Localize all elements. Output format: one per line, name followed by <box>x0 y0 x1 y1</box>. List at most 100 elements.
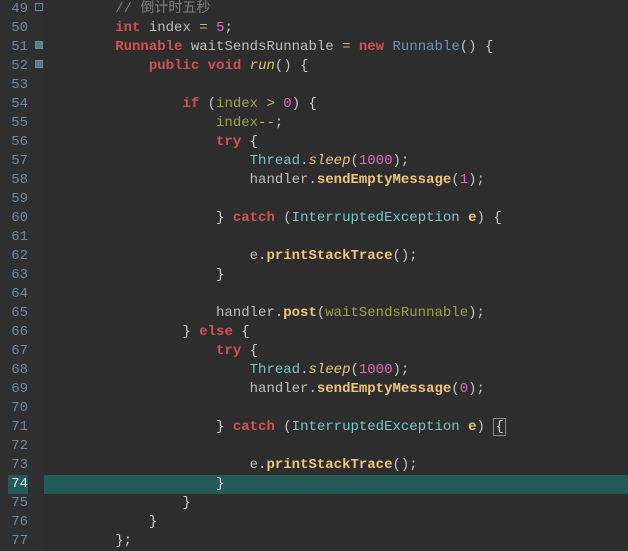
code-line[interactable] <box>44 190 628 209</box>
code-line[interactable]: handler.sendEmptyMessage(1); <box>44 171 628 190</box>
code-line[interactable] <box>44 285 628 304</box>
code-line[interactable]: } <box>44 475 628 494</box>
code-line[interactable]: }; <box>44 532 628 551</box>
code-token: index <box>216 96 258 112</box>
line-number: 66 <box>8 323 28 342</box>
code-token: ( <box>275 419 292 435</box>
code-token: { <box>250 134 258 150</box>
code-token: 0 <box>283 96 291 112</box>
code-line[interactable]: } catch (InterruptedException e) { <box>44 209 628 228</box>
code-token: public <box>149 58 199 74</box>
line-number: 62 <box>8 247 28 266</box>
fold-marker-icon[interactable]: - <box>35 41 43 49</box>
code-token: ( <box>350 362 358 378</box>
code-token <box>48 1 115 17</box>
code-token <box>48 248 250 264</box>
code-token: index <box>216 115 258 131</box>
line-number: 70 <box>8 399 28 418</box>
code-token: handler <box>250 381 309 397</box>
line-number: 72 <box>8 437 28 456</box>
code-token: }; <box>115 533 132 549</box>
code-line[interactable]: public void run() { <box>44 57 628 76</box>
code-line[interactable]: } catch (InterruptedException e) { <box>44 418 628 437</box>
code-token <box>48 476 216 492</box>
code-token <box>233 324 241 340</box>
code-line[interactable]: try { <box>44 342 628 361</box>
code-token: ; <box>275 115 283 131</box>
code-token: ( <box>350 153 358 169</box>
code-token: e <box>468 210 476 226</box>
code-line[interactable]: } <box>44 494 628 513</box>
code-line[interactable]: // 倒计时五秒 <box>44 0 628 19</box>
code-editor[interactable]: 4950515253545556575859606162636465666768… <box>0 0 628 551</box>
code-token: InterruptedException <box>292 419 460 435</box>
code-line[interactable]: handler.sendEmptyMessage(0); <box>44 380 628 399</box>
code-line[interactable] <box>44 228 628 247</box>
code-token: waitSendsRunnable <box>325 305 468 321</box>
code-token: e <box>250 248 258 264</box>
code-token: (); <box>392 457 417 473</box>
code-line[interactable]: Thread.sleep(1000); <box>44 152 628 171</box>
code-line[interactable] <box>44 76 628 95</box>
code-line[interactable]: } <box>44 513 628 532</box>
code-token: InterruptedException <box>292 210 460 226</box>
line-number: 75 <box>8 494 28 513</box>
code-token: { <box>493 418 505 436</box>
code-token: run <box>250 58 275 74</box>
code-line[interactable] <box>44 437 628 456</box>
code-token <box>48 457 250 473</box>
code-token <box>48 514 149 530</box>
code-token <box>48 77 56 93</box>
code-line[interactable]: if (index > 0) { <box>44 95 628 114</box>
code-token <box>48 267 216 283</box>
code-token <box>224 419 232 435</box>
code-token <box>48 115 216 131</box>
code-line[interactable]: try { <box>44 133 628 152</box>
code-token: } <box>216 476 224 492</box>
code-token: sendEmptyMessage <box>317 172 451 188</box>
code-line[interactable] <box>44 399 628 418</box>
code-token: printStackTrace <box>266 248 392 264</box>
code-token: . <box>308 172 316 188</box>
code-token: (); <box>392 248 417 264</box>
code-token: } <box>182 495 190 511</box>
fold-marker-icon[interactable]: - <box>35 60 43 68</box>
code-token: = <box>199 20 216 36</box>
code-line[interactable]: } <box>44 266 628 285</box>
code-token: int <box>115 20 140 36</box>
code-area[interactable]: // 倒计时五秒 int index = 5; Runnable waitSen… <box>44 0 628 551</box>
line-number: 57 <box>8 152 28 171</box>
code-token: > <box>266 96 274 112</box>
code-token: () <box>460 39 485 55</box>
code-line[interactable]: Runnable waitSendsRunnable = new Runnabl… <box>44 38 628 57</box>
code-token <box>224 210 232 226</box>
code-token: = <box>342 39 359 55</box>
code-token: ( <box>317 305 325 321</box>
code-token: { <box>485 39 493 55</box>
code-token: e <box>250 457 258 473</box>
code-line[interactable]: handler.post(waitSendsRunnable); <box>44 304 628 323</box>
code-token <box>384 39 392 55</box>
code-token <box>48 533 115 549</box>
code-token: 1000 <box>359 153 393 169</box>
code-token <box>48 286 56 302</box>
code-token: catch <box>233 419 275 435</box>
code-token <box>48 305 216 321</box>
line-number: 69 <box>8 380 28 399</box>
code-token: ) <box>477 210 494 226</box>
code-token: Thread <box>250 362 300 378</box>
line-number: 54 <box>8 95 28 114</box>
code-line[interactable]: e.printStackTrace(); <box>44 456 628 475</box>
code-line[interactable]: Thread.sleep(1000); <box>44 361 628 380</box>
code-line[interactable]: index--; <box>44 114 628 133</box>
code-token <box>48 153 250 169</box>
code-line[interactable]: e.printStackTrace(); <box>44 247 628 266</box>
fold-marker-icon[interactable]: - <box>35 3 43 11</box>
code-token: catch <box>233 210 275 226</box>
code-token: { <box>300 58 308 74</box>
code-line[interactable]: int index = 5; <box>44 19 628 38</box>
code-token: . <box>275 305 283 321</box>
code-token: -- <box>258 115 275 131</box>
code-token: () <box>275 58 300 74</box>
code-line[interactable]: } else { <box>44 323 628 342</box>
